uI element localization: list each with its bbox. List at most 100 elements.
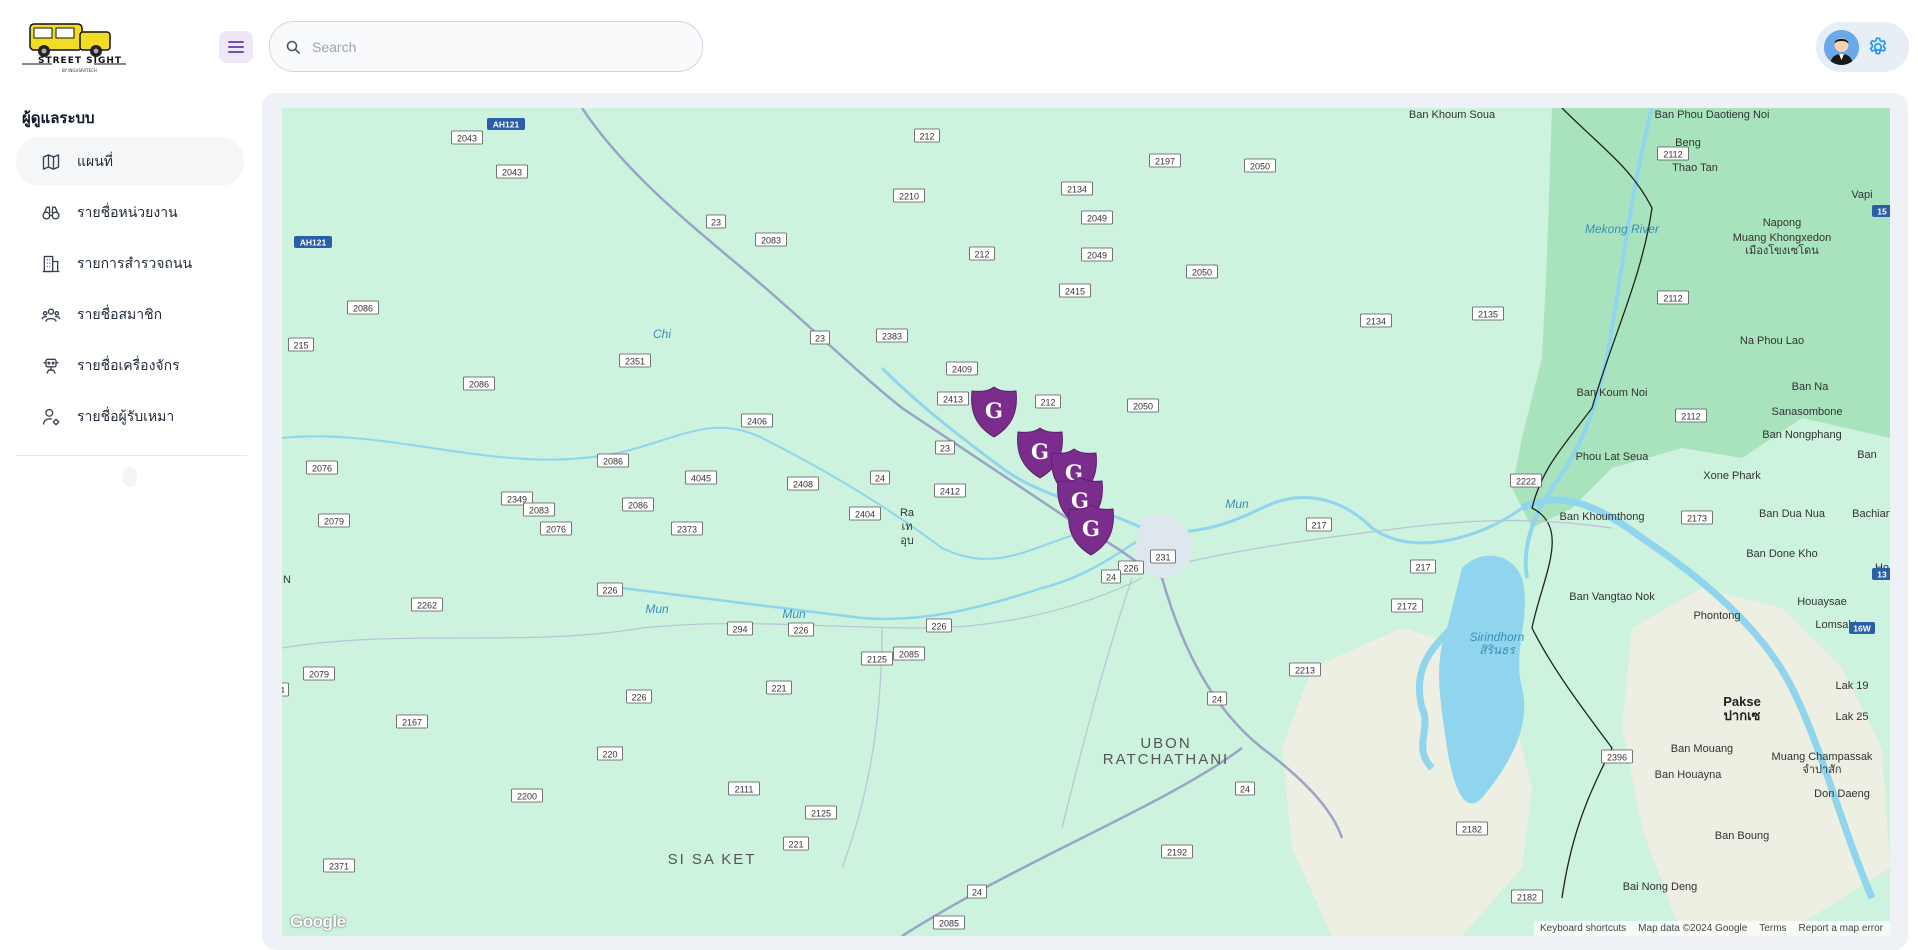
place-label: สิรินธร [1479, 643, 1516, 657]
svg-text:220: 220 [602, 750, 617, 760]
place-label: Ban Boung [1715, 830, 1769, 842]
search-bar[interactable] [269, 21, 703, 72]
place-label: Sanasombone [1772, 406, 1843, 418]
svg-text:2396: 2396 [1607, 753, 1627, 763]
svg-text:G: G [1082, 516, 1100, 541]
place-label: อุบ [900, 535, 914, 547]
keyboard-shortcuts-link[interactable]: Keyboard shortcuts [1540, 923, 1626, 934]
road-shield: 2112 [1657, 146, 1689, 161]
svg-text:2415: 2415 [1065, 287, 1085, 297]
svg-text:212: 212 [974, 250, 989, 260]
place-label: Ban [1857, 449, 1877, 461]
svg-text:2079: 2079 [324, 517, 344, 527]
settings-gear-icon[interactable] [1867, 36, 1889, 58]
sidebar-item-machinery[interactable]: รายชื่อเครื่องจักร [16, 341, 244, 390]
road-shield: 2086 [622, 497, 654, 512]
road-shield: 4 [282, 682, 289, 697]
place-label: Phou Lat Seua [1576, 451, 1650, 463]
road-shield: 23 [706, 214, 726, 229]
road-shield: 2134 [1360, 313, 1392, 328]
sidebar-item-label: รายชื่อเครื่องจักร [77, 356, 180, 373]
road-shield: 2083 [755, 232, 787, 247]
place-label: Ban Khoum Soua [1409, 109, 1496, 121]
road-shield: 2085 [893, 646, 925, 661]
report-error-link[interactable]: Report a map error [1799, 923, 1883, 934]
road-shield: 2049 [1081, 247, 1113, 262]
svg-text:2086: 2086 [469, 380, 489, 390]
search-icon [286, 40, 300, 54]
place-label: Pakse [1723, 694, 1761, 709]
place-label: RATCHATHANI [1103, 751, 1229, 768]
svg-text:2412: 2412 [940, 487, 960, 497]
sidebar-item-agencies[interactable]: รายชื่อหน่วยงาน [16, 188, 244, 237]
place-label: ปากเซ [1724, 708, 1761, 723]
sidebar-item-contractors[interactable]: รายชื่อผู้รับเหมา [16, 392, 244, 441]
place-label: Ban Khoumthong [1559, 511, 1644, 523]
user-menu[interactable] [1816, 22, 1909, 72]
avatar[interactable] [1824, 29, 1859, 65]
place-label: Muang Khongxedon [1733, 232, 1831, 244]
road-shield: 2182 [1456, 821, 1488, 836]
road-shield: 226 [926, 618, 952, 633]
svg-text:24: 24 [875, 474, 885, 484]
road-shield: 2192 [1161, 844, 1193, 859]
svg-text:2200: 2200 [517, 792, 537, 802]
svg-text:226: 226 [1123, 564, 1138, 574]
place-label: Thao Tan [1672, 162, 1718, 174]
map-canvas[interactable]: UBONRATCHATHANI SI SA KET Mun Mun Mun Chi Meko… [282, 108, 1890, 936]
logo-text: STREET SIGHT [38, 56, 123, 66]
road-shield: 294 [727, 621, 753, 636]
svg-text:212: 212 [1040, 398, 1055, 408]
sidebar-item-label: รายชื่อผู้รับเหมา [77, 407, 175, 424]
road-shield: 23 [810, 330, 830, 345]
svg-text:2262: 2262 [417, 601, 437, 611]
google-logo: Google [290, 912, 346, 931]
svg-text:2413: 2413 [943, 395, 963, 405]
svg-text:221: 221 [771, 684, 786, 694]
road-shield: 2049 [1081, 210, 1113, 225]
sidebar-item-members[interactable]: รายชื่อสมาชิก [16, 290, 244, 339]
place-label: Muang Champassak [1772, 751, 1873, 763]
svg-text:2050: 2050 [1133, 402, 1153, 412]
road-shield: 2413 [937, 391, 969, 406]
road-shield: 2125 [805, 805, 837, 820]
svg-text:24: 24 [1106, 573, 1116, 583]
hamburger-icon [228, 41, 244, 53]
road-shield: 2086 [463, 376, 495, 391]
place-label: Ban Done Kho [1746, 548, 1818, 560]
sidebar-item-map[interactable]: แผนที่ [16, 137, 244, 186]
place-label: Mun [645, 602, 669, 616]
place-label: Ban Mouang [1671, 743, 1733, 755]
road-shield: 2210 [893, 188, 925, 203]
svg-text:2134: 2134 [1366, 317, 1386, 327]
place-label: Lak 25 [1835, 711, 1868, 723]
sidebar-divider [16, 455, 247, 456]
place-label: Mun [1225, 497, 1249, 511]
svg-text:2182: 2182 [1462, 825, 1482, 835]
road-shield: 2076 [306, 460, 338, 475]
road-shield: 2373 [671, 521, 703, 536]
svg-text:2135: 2135 [1478, 310, 1498, 320]
place-label: Ra [900, 507, 915, 519]
road-shield: 2086 [347, 300, 379, 315]
sidebar-item-road-survey[interactable]: รายการสำรวจถนน [16, 239, 244, 288]
svg-text:2351: 2351 [625, 357, 645, 367]
place-label: Ban Na [1792, 381, 1830, 393]
svg-text:2086: 2086 [603, 457, 623, 467]
road-shield: 226 [626, 689, 652, 704]
place-label: Mun [782, 607, 806, 621]
road-shield: 217 [1306, 517, 1332, 532]
terms-link[interactable]: Terms [1759, 923, 1786, 934]
search-input[interactable] [312, 38, 672, 55]
road-shield: 215 [288, 337, 314, 352]
road-shield: 217 [1410, 559, 1436, 574]
svg-text:2085: 2085 [899, 650, 919, 660]
road-shield: 2112 [1675, 408, 1707, 423]
map-view[interactable]: UBON RATCHATHANI SI SA KET Mun Mun Mun Chi Meko… [282, 108, 1890, 936]
svg-text:226: 226 [631, 693, 646, 703]
road-shield: 2222 [1510, 473, 1542, 488]
menu-toggle-button[interactable] [219, 31, 253, 63]
app-logo[interactable]: STREET SIGHT BY INGUSRATECH [22, 18, 126, 76]
highway-shield: AH121 [487, 118, 525, 130]
place-label: Chi [653, 327, 671, 341]
